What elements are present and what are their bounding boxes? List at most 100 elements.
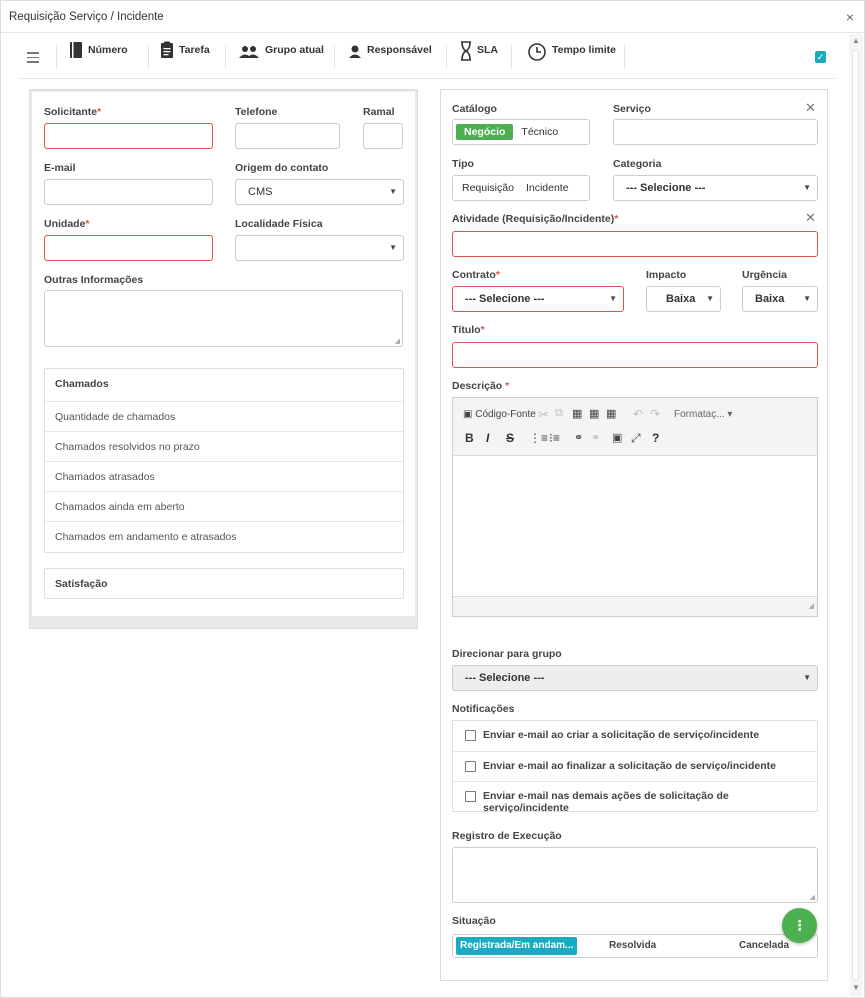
paste-word-icon[interactable]: ▦ xyxy=(606,407,616,420)
email-label: E-mail xyxy=(44,162,76,174)
direcionar-select[interactable]: --- Selecione --- ▼ xyxy=(452,665,818,691)
resize-grip-icon[interactable]: ◢ xyxy=(809,602,814,610)
tipo-option-incidente[interactable]: Incidente xyxy=(520,180,575,196)
atividade-input[interactable] xyxy=(452,231,818,257)
paste-text-icon[interactable]: ▦ xyxy=(589,407,599,420)
editor-content[interactable] xyxy=(453,456,817,596)
notification-option[interactable]: Enviar e-mail nas demais ações de solici… xyxy=(453,781,817,814)
undo-icon[interactable]: ↶ xyxy=(633,407,643,421)
solicitante-label: Solicitante* xyxy=(44,106,102,118)
checkbox[interactable] xyxy=(465,791,476,802)
chamados-box: Chamados Quantidade de chamados Chamados… xyxy=(44,368,404,553)
contrato-label: Contrato* xyxy=(452,269,500,281)
toolbar-item-tempo[interactable]: Tempo limite xyxy=(527,41,616,71)
titulo-input[interactable] xyxy=(452,342,818,368)
close-icon[interactable]: × xyxy=(846,9,854,25)
unlink-icon[interactable]: ⚭ xyxy=(591,431,600,444)
atividade-label: Atividade (Requisição/Incidente)* xyxy=(452,213,619,225)
maximize-icon[interactable]: ⤢ xyxy=(631,431,641,446)
paste-icon[interactable]: ▦ xyxy=(572,407,582,420)
situacao-option-cancelada[interactable]: Cancelada xyxy=(739,937,789,955)
toolbar-item-numero[interactable]: Número xyxy=(69,41,128,71)
catalogo-toggle: Negócio Técnico xyxy=(452,119,590,145)
email-input[interactable] xyxy=(44,179,213,205)
chevron-down-icon: ▼ xyxy=(609,294,617,303)
resize-grip-icon[interactable]: ◢ xyxy=(810,893,815,901)
tipo-option-requisicao[interactable]: Requisição xyxy=(456,180,520,196)
impacto-select[interactable]: Baixa ▼ xyxy=(646,286,721,312)
link-icon[interactable]: ⚭ xyxy=(574,431,583,444)
cut-icon[interactable]: ✂ xyxy=(538,407,549,423)
requester-panel: Solicitante* Telefone Ramal E-mail Orige… xyxy=(29,89,418,629)
outras-textarea[interactable]: ◢ xyxy=(44,290,403,347)
toolbar-item-responsavel[interactable]: Responsável xyxy=(348,41,432,71)
telefone-input[interactable] xyxy=(235,123,340,149)
categoria-select[interactable]: --- Selecione --- ▼ xyxy=(613,175,818,201)
italic-button[interactable]: I xyxy=(486,431,489,445)
numbered-list-icon[interactable]: ⋮≡ xyxy=(529,431,548,445)
contrato-select[interactable]: --- Selecione --- ▼ xyxy=(452,286,624,312)
list-item: Quantidade de chamados xyxy=(45,401,403,431)
list-item: Chamados resolvidos no prazo xyxy=(45,431,403,461)
checkbox[interactable] xyxy=(465,761,476,772)
toolbar-item-tarefa[interactable]: Tarefa xyxy=(160,41,210,71)
origem-select[interactable]: CMS ▼ xyxy=(235,179,404,205)
checked-badge-icon[interactable]: ✓ xyxy=(815,51,826,63)
situacao-option-registrada[interactable]: Registrada/Em andam... xyxy=(456,937,578,955)
registro-textarea[interactable]: ◢ xyxy=(452,847,818,903)
localidade-select[interactable]: ▼ xyxy=(235,235,404,261)
catalogo-option-tecnico[interactable]: Técnico xyxy=(513,124,566,140)
tipo-toggle: Requisição Incidente xyxy=(452,175,590,201)
registro-label: Registro de Execução xyxy=(452,830,562,842)
unidade-label: Unidade* xyxy=(44,218,90,230)
toolbar-divider xyxy=(56,45,57,69)
satisfacao-box: Satisfação xyxy=(44,568,404,599)
servico-input[interactable] xyxy=(613,119,818,145)
toolbar-divider xyxy=(624,45,625,69)
help-button[interactable]: ? xyxy=(652,431,659,445)
telefone-label: Telefone xyxy=(235,106,278,118)
notification-option[interactable]: Enviar e-mail ao criar a solicitação de … xyxy=(453,721,817,751)
toolbar-item-grupo[interactable]: Grupo atual xyxy=(238,41,324,71)
service-details-panel: Catálogo Negócio Técnico Serviço ✕ Tipo … xyxy=(440,89,828,981)
description-editor: ▣ Código-Fonte ✂ ⧉ ▦ ▦ ▦ ↶ ↷ Formataç...… xyxy=(452,397,818,617)
bullet-list-icon[interactable]: ⁝≡ xyxy=(549,431,560,445)
contrato-value: --- Selecione --- xyxy=(465,293,545,305)
resize-grip-icon[interactable]: ◢ xyxy=(395,337,400,345)
catalogo-option-negocio[interactable]: Negócio xyxy=(456,124,514,140)
notifications-box: Enviar e-mail ao criar a solicitação de … xyxy=(452,720,818,814)
toolbar-divider xyxy=(334,45,335,69)
strike-button[interactable]: S xyxy=(506,431,514,445)
copy-icon[interactable]: ⧉ xyxy=(555,407,563,420)
solicitante-input[interactable] xyxy=(44,123,213,149)
situacao-option-resolvida[interactable]: Resolvida xyxy=(609,937,656,955)
service-request-window: Requisição Serviço / Incidente × ▲ ▼ Núm… xyxy=(0,0,865,998)
scroll-thumb[interactable] xyxy=(852,50,859,980)
clear-atividade-icon[interactable]: ✕ xyxy=(805,210,816,226)
chevron-down-icon: ▼ xyxy=(706,294,714,303)
toolbar-item-label: Tempo limite xyxy=(552,44,616,56)
unidade-input[interactable] xyxy=(44,235,213,261)
requester-panel-body: Solicitante* Telefone Ramal E-mail Orige… xyxy=(32,92,415,616)
origem-value: CMS xyxy=(248,186,273,198)
ramal-input[interactable] xyxy=(363,123,403,149)
chevron-down-icon: ▼ xyxy=(389,187,397,196)
scrollbar[interactable]: ▲ ▼ xyxy=(849,34,863,996)
servico-label: Serviço xyxy=(613,103,651,115)
notification-option[interactable]: Enviar e-mail ao finalizar a solicitação… xyxy=(453,751,817,781)
urgencia-select[interactable]: Baixa ▼ xyxy=(742,286,818,312)
clear-servico-icon[interactable]: ✕ xyxy=(805,100,816,116)
toolbar-item-sla[interactable]: SLA xyxy=(460,41,498,71)
menu-icon[interactable] xyxy=(27,52,39,66)
scroll-down-icon[interactable]: ▼ xyxy=(852,983,860,992)
source-code-button[interactable]: ▣ Código-Fonte xyxy=(463,409,536,420)
more-actions-button[interactable]: ⋮ xyxy=(782,908,817,943)
scroll-up-icon[interactable]: ▲ xyxy=(852,36,860,45)
format-dropdown[interactable]: Formataç... ▾ xyxy=(674,409,732,420)
checkbox[interactable] xyxy=(465,730,476,741)
chevron-down-icon: ▼ xyxy=(803,673,811,682)
bold-button[interactable]: B xyxy=(465,431,474,445)
redo-icon[interactable]: ↷ xyxy=(650,407,660,421)
chevron-down-icon: ▼ xyxy=(803,294,811,303)
image-icon[interactable]: ▣ xyxy=(612,431,622,444)
